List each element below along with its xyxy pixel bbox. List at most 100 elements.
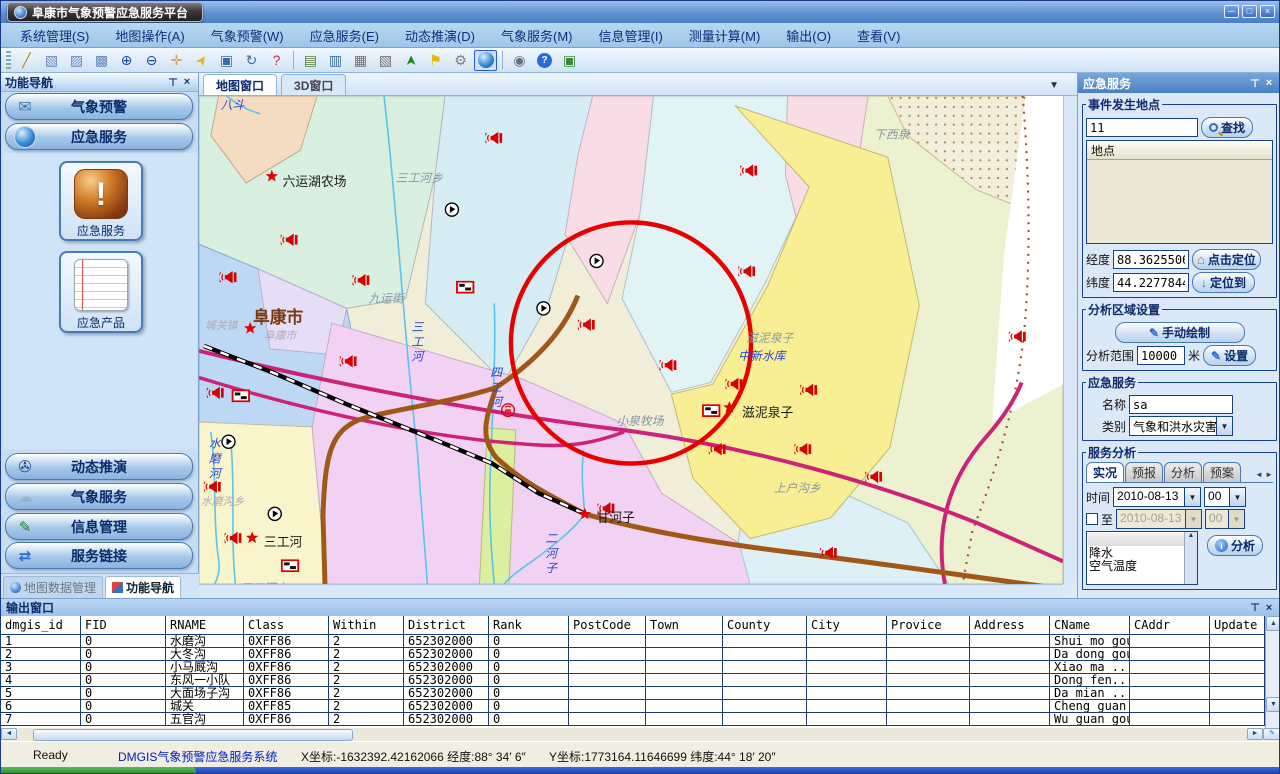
analysis-tab[interactable]: 分析 (1164, 462, 1202, 482)
globe-tool-icon[interactable] (474, 50, 497, 71)
column-header[interactable]: Rank (489, 616, 569, 634)
zoom-in-icon[interactable]: ⊕ (115, 50, 138, 71)
start-button-edge[interactable] (1, 767, 196, 774)
date-from-select[interactable]: 2010-08-13 ▼ (1113, 487, 1201, 507)
column-header[interactable]: PostCode (569, 616, 646, 634)
hour-to-select[interactable]: 00 ▼ (1205, 509, 1245, 529)
column-header[interactable]: District (404, 616, 489, 634)
full-extent-icon[interactable]: ▣ (215, 50, 238, 71)
sidebar-item-globe[interactable]: 应急服务 (5, 123, 193, 150)
column-header[interactable]: CAddr (1130, 616, 1210, 634)
hour-from-select[interactable]: 00 ▼ (1204, 487, 1246, 507)
longitude-input[interactable] (1113, 250, 1189, 269)
manual-draw-button[interactable]: ✎ 手动绘制 (1115, 322, 1245, 343)
table-row[interactable]: 10水磨沟0XFF8626523020000Shui mo gou (1, 635, 1265, 648)
analysis-tab[interactable]: 预案 (1203, 462, 1241, 482)
nav-pin-icon[interactable]: ⊤ (166, 76, 180, 89)
pan-icon[interactable]: ✛ (165, 50, 188, 71)
print-setup-icon[interactable]: ▧ (374, 50, 397, 71)
table-row[interactable]: 20大冬沟0XFF8626523020000Da dong gou (1, 648, 1265, 661)
minimize-button[interactable]: ─ (1224, 5, 1239, 18)
column-header[interactable]: Provice (887, 616, 970, 634)
location-search-button[interactable]: 查找 (1201, 117, 1253, 138)
menu-item[interactable]: 动态推演(D) (392, 24, 488, 47)
export-view-icon[interactable]: ▣ (558, 50, 581, 71)
sidebar-item-info[interactable]: ✎信息管理 (5, 513, 193, 540)
range-set-button[interactable]: ✎ 设置 (1203, 345, 1256, 366)
layer-list-item[interactable]: 空气温度 (1087, 560, 1197, 573)
menu-item[interactable]: 应急服务(E) (297, 24, 392, 47)
emergency-service-button[interactable]: !应急服务 (59, 161, 143, 241)
output-close-icon[interactable]: × (1262, 602, 1276, 614)
map-tab[interactable]: 地图窗口 (203, 74, 277, 95)
sidebar-item-mail[interactable]: ✉气象预警 (5, 93, 193, 120)
column-header[interactable]: CName (1050, 616, 1130, 634)
table-row[interactable]: 50大面场子沟0XFF8626523020000Da mian ... (1, 687, 1265, 700)
select-polygon-icon[interactable]: ▧ (40, 50, 63, 71)
nav-tab-map-data[interactable]: 地图数据管理 (3, 576, 103, 598)
column-header[interactable]: Town (646, 616, 723, 634)
map-tab[interactable]: 3D窗口 (281, 74, 346, 95)
sidebar-item-cloud[interactable]: ☁气象服务 (5, 483, 193, 510)
scroll-down-icon[interactable]: ▼ (1266, 697, 1280, 712)
location-result-list[interactable]: 地点 (1086, 140, 1273, 244)
select-rectangle-icon[interactable]: ▨ (65, 50, 88, 71)
menu-item[interactable]: 测量计算(M) (676, 24, 774, 47)
pointer-icon[interactable]: ➤ (190, 50, 213, 71)
sidebar-item-link[interactable]: ⇄服务链接 (5, 542, 193, 569)
maximize-button[interactable]: □ (1242, 5, 1257, 18)
menu-item[interactable]: 气象服务(M) (488, 24, 586, 47)
column-header[interactable]: dmgis_id (1, 616, 81, 634)
help-icon[interactable]: ? (533, 50, 556, 71)
nav-tab-function-nav[interactable]: 功能导航 (105, 576, 181, 598)
menu-item[interactable]: 地图操作(A) (102, 24, 197, 47)
edit-pencil-icon[interactable]: ✎ (1263, 728, 1280, 740)
refresh-icon[interactable]: ↻ (240, 50, 263, 71)
date-to-select[interactable]: 2010-08-13 ▼ (1116, 509, 1202, 529)
emergency-product-button[interactable]: 应急产品 (59, 251, 143, 333)
analysis-tab[interactable]: 预报 (1125, 462, 1163, 482)
scroll-left-icon[interactable]: ◄ (1, 728, 17, 740)
output-horizontal-scrollbar[interactable]: ◄ ► ✎ (1, 728, 1280, 742)
green-cursor-icon[interactable]: ➤ (399, 50, 422, 71)
menu-item[interactable]: 系统管理(S) (7, 24, 102, 47)
sidebar-item-film[interactable]: ✇动态推演 (5, 453, 193, 480)
analyze-button[interactable]: i 分析 (1207, 535, 1263, 556)
close-button[interactable]: × (1260, 5, 1275, 18)
settings-gear-icon[interactable]: ⚙ (449, 50, 472, 71)
menu-item[interactable]: 查看(V) (844, 24, 913, 47)
nav-close-icon[interactable]: × (180, 76, 194, 88)
export-image-icon[interactable]: ▥ (324, 50, 347, 71)
column-header[interactable]: Update (1210, 616, 1265, 634)
map-horizontal-scrollbar[interactable] (199, 584, 1063, 598)
map-canvas[interactable]: 六运湖农场三工河乡下西泉九运街阜康市城关镇阜康市滋泥泉子中新水库小泉牧场滋泥泉子… (199, 96, 1063, 584)
column-header[interactable]: FID (81, 616, 166, 634)
identify-icon[interactable]: ? (265, 50, 288, 71)
analysis-tab[interactable]: 实况 (1086, 462, 1124, 482)
column-header[interactable]: Within (329, 616, 404, 634)
zoom-out-icon[interactable]: ⊖ (140, 50, 163, 71)
service-name-input[interactable] (1129, 395, 1233, 414)
table-row[interactable]: 60城关0XFF8526523020000Cheng guan (1, 700, 1265, 713)
column-header[interactable]: Class (244, 616, 329, 634)
measure-icon[interactable]: ╱ (15, 50, 38, 71)
eye-icon[interactable]: ◉ (508, 50, 531, 71)
column-header[interactable]: City (807, 616, 887, 634)
menu-item[interactable]: 输出(O) (773, 24, 844, 47)
goto-location-button[interactable]: ↓ 定位到 (1192, 272, 1255, 293)
menu-item[interactable]: 信息管理(I) (586, 24, 676, 47)
to-checkbox[interactable] (1086, 513, 1098, 525)
table-row[interactable]: 30小马厩沟0XFF8626523020000Xiao ma ... (1, 661, 1265, 674)
toolbar-grip[interactable] (6, 51, 11, 69)
hscroll-thumb[interactable] (33, 729, 353, 741)
menu-item[interactable]: 气象预警(W) (198, 24, 297, 47)
column-header[interactable]: County (723, 616, 807, 634)
map-vertical-scrollbar[interactable] (1063, 96, 1077, 584)
emergency-close-icon[interactable]: × (1262, 77, 1276, 89)
scroll-up-icon[interactable]: ▲ (1266, 616, 1280, 631)
select-feature-icon[interactable]: ▩ (90, 50, 113, 71)
pin-marker-icon[interactable]: ⚑ (424, 50, 447, 71)
layer-listbox[interactable]: 降水空气温度 ▲ (1086, 531, 1198, 585)
tab-scroll-arrows-icon[interactable]: ◄ ► (1255, 470, 1273, 479)
click-locate-button[interactable]: ⌂ 点击定位 (1192, 249, 1261, 270)
